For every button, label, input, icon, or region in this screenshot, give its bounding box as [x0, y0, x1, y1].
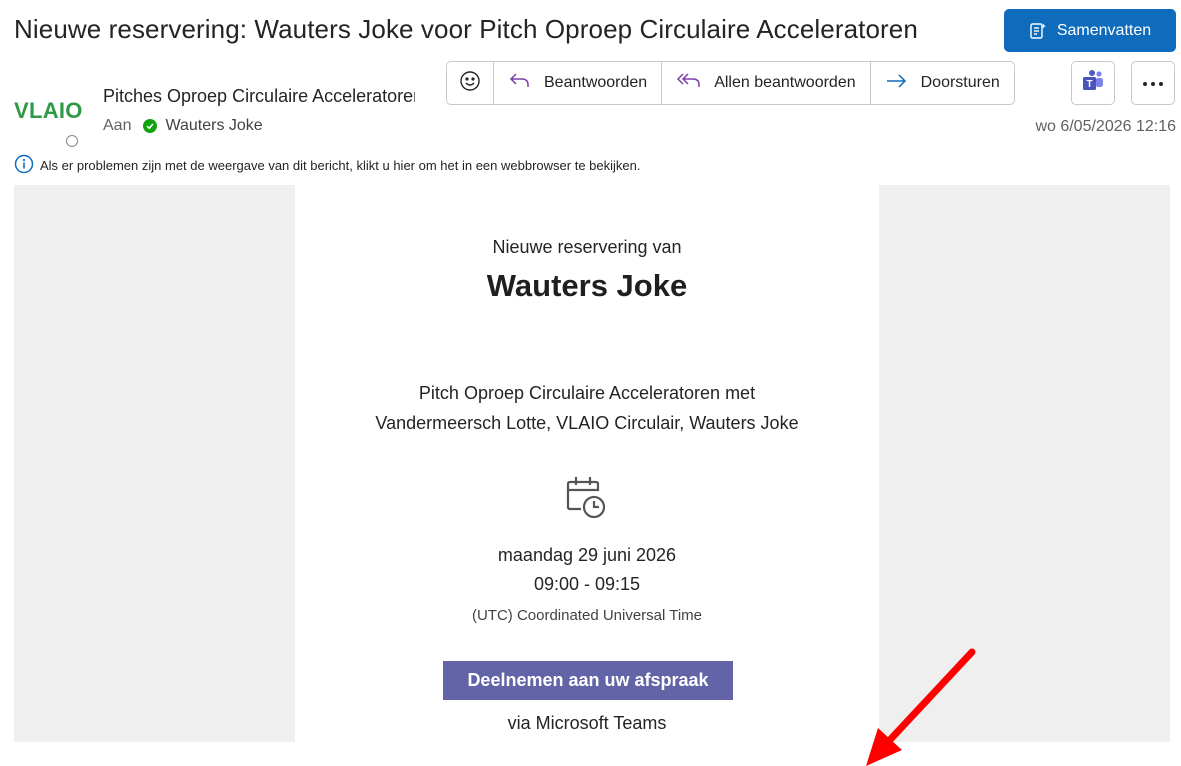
- browser-view-notice[interactable]: Als er problemen zijn met de weergave va…: [14, 154, 640, 177]
- teams-button[interactable]: T: [1071, 61, 1115, 105]
- info-icon: [14, 154, 34, 177]
- reply-button[interactable]: Beantwoorden: [494, 62, 663, 104]
- description-line-1: Pitch Oproep Circulaire Acceleratoren me…: [418, 383, 756, 403]
- calendar-clock-icon: [565, 475, 609, 526]
- reply-all-label: Allen beantwoorden: [714, 74, 856, 91]
- booking-intro: Nieuwe reservering van: [492, 237, 682, 257]
- recipient-row: Aan Wauters Joke: [103, 117, 263, 135]
- summarize-label: Samenvatten: [1056, 21, 1152, 39]
- meeting-time: 09:00 - 09:15: [533, 574, 641, 594]
- meeting-date: maandag 29 juni 2026: [497, 545, 677, 565]
- sender-name[interactable]: Pitches Oproep Circulaire Acceleratoren: [103, 86, 415, 107]
- email-body: Nieuwe reservering van Wauters Joke Pitc…: [295, 185, 879, 742]
- more-options-button[interactable]: [1131, 61, 1175, 105]
- summarize-button[interactable]: Samenvatten: [1004, 9, 1176, 52]
- reply-all-icon: [676, 71, 702, 96]
- teams-icon: T: [1081, 69, 1105, 98]
- more-horizontal-icon: [1142, 74, 1164, 92]
- sender-logo: VLAIO: [14, 98, 83, 123]
- description-line-2: Vandermeersch Lotte, VLAIO Circulair, Wa…: [375, 413, 799, 433]
- reply-icon: [508, 71, 532, 96]
- reply-label: Beantwoorden: [544, 74, 648, 91]
- react-button[interactable]: [447, 62, 494, 104]
- emoji-icon: [459, 70, 481, 97]
- svg-text:T: T: [1086, 79, 1092, 90]
- summarize-icon: [1029, 22, 1047, 40]
- reply-all-button[interactable]: Allen beantwoorden: [662, 62, 871, 104]
- to-label: Aan: [103, 117, 132, 134]
- presence-available-icon: [143, 119, 158, 133]
- recipient-name[interactable]: Wauters Joke: [165, 117, 262, 135]
- meeting-platform: via Microsoft Teams: [507, 713, 667, 733]
- forward-button[interactable]: Doorsturen: [871, 62, 1014, 104]
- message-actions: Beantwoorden Allen beantwoorden Doorstur…: [446, 61, 1015, 105]
- forward-label: Doorsturen: [920, 74, 1000, 91]
- message-date: wo 6/05/2026 12:16: [1035, 118, 1176, 135]
- presence-status-icon: [66, 135, 78, 147]
- join-meeting-button[interactable]: Deelnemen aan uw afspraak: [443, 661, 733, 700]
- notice-text: Als er problemen zijn met de weergave va…: [40, 158, 641, 173]
- booking-description: Pitch Oproep Circulaire Acceleratoren me…: [295, 378, 879, 438]
- message-subject: Nieuwe reservering: Wauters Joke voor Pi…: [14, 14, 918, 44]
- meeting-timezone: (UTC) Coordinated Universal Time: [471, 607, 703, 624]
- forward-icon: [885, 71, 909, 96]
- booker-name: Wauters Joke: [486, 268, 688, 303]
